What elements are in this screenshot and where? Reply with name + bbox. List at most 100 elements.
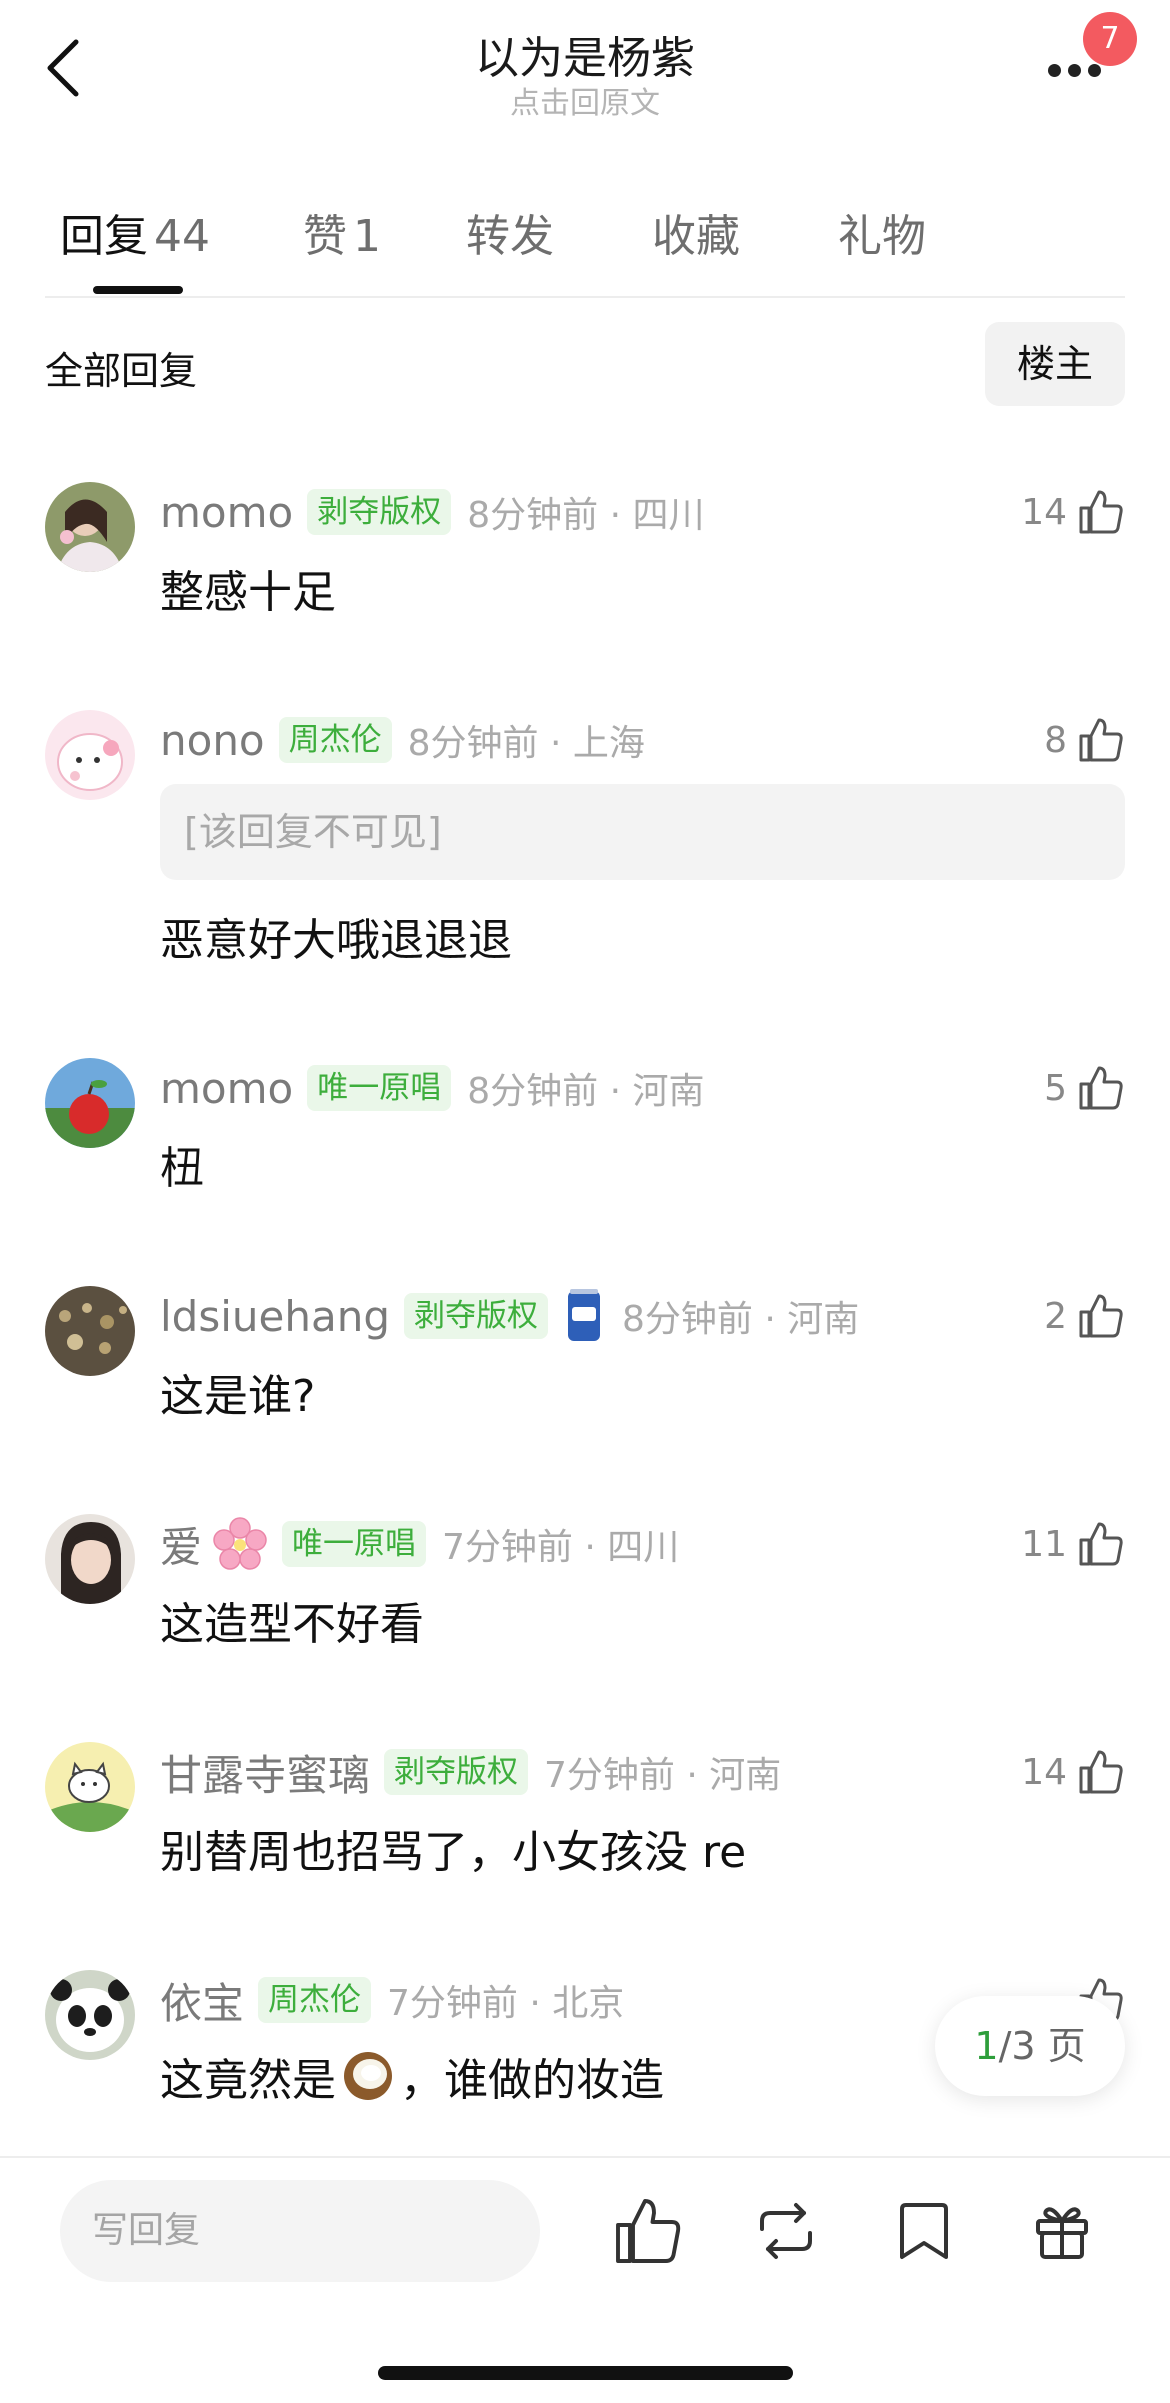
notification-badge: 7 [1083, 12, 1137, 66]
like-count: 5 [1044, 1067, 1067, 1109]
home-indicator [378, 2366, 793, 2380]
like-button[interactable]: 8 [1044, 710, 1125, 770]
like-button[interactable]: 5 [1044, 1058, 1125, 1118]
gift-button[interactable] [1026, 2195, 1098, 2267]
thumbs-up-icon [616, 2199, 681, 2263]
coconut-icon [344, 2052, 392, 2100]
like-button[interactable]: 11 [1021, 1514, 1125, 1574]
like-post-button[interactable] [612, 2195, 684, 2267]
like-button[interactable]: 2 [1044, 1286, 1125, 1346]
comment-time-location: 8分钟前 · 上海 [407, 723, 645, 764]
tab-count: 44 [154, 211, 210, 262]
bookmark-icon [900, 2203, 948, 2259]
comment-text: 恶意好大哦退退退 [160, 915, 512, 966]
comment-text-part: 这竟然是 [160, 2055, 336, 2106]
username[interactable]: momo [160, 488, 293, 537]
tab-bar: 回复 44 赞1 转发 收藏 礼物 [0, 200, 1170, 296]
tab-favorites[interactable]: 收藏 [652, 200, 740, 264]
tab-label: 收藏 [652, 211, 740, 262]
comment-meta: momo 剥夺版权 8分钟前 · 四川 [160, 482, 704, 542]
avatar-image [45, 1970, 135, 2060]
tab-label: 转发 [466, 211, 554, 262]
thumbs-up-icon [1079, 490, 1123, 534]
back-to-original-link[interactable]: 点击回原文 [0, 78, 1170, 122]
avatar[interactable] [45, 482, 135, 572]
tab-likes[interactable]: 赞1 [303, 200, 381, 264]
comment-time-location: 7分钟前 · 四川 [442, 1527, 680, 1568]
user-tag: 剥夺版权 [307, 489, 452, 535]
username[interactable]: nono [160, 716, 265, 765]
all-replies-heading: 全部回复 [45, 349, 198, 393]
more-dot-icon [1048, 64, 1061, 77]
thumbs-up-icon [1079, 1066, 1123, 1110]
thumbs-up-icon [1079, 1522, 1123, 1566]
bookmark-button[interactable] [888, 2195, 960, 2267]
tab-label: 礼物 [838, 211, 926, 262]
gift-icon [1036, 2207, 1088, 2259]
like-count: 11 [1021, 1523, 1067, 1565]
username[interactable]: momo [160, 1064, 293, 1113]
username[interactable]: 依宝 [160, 1970, 244, 2031]
comment-meta: momo 唯一原唱 8分钟前 · 河南 [160, 1058, 704, 1118]
avatar-image [45, 1742, 135, 1832]
comment-meta: 甘露寺蜜璃 剥夺版权 7分钟前 · 河南 [160, 1742, 781, 1802]
cherry-blossom-icon [213, 1517, 267, 1570]
repost-button[interactable] [750, 2195, 822, 2267]
avatar[interactable] [45, 1514, 135, 1604]
more-dot-icon [1068, 64, 1081, 77]
more-dot-icon [1088, 64, 1101, 77]
like-count: 2 [1044, 1295, 1067, 1337]
comment-meta: 爱 唯一原唱 7分钟前 · 四川 [160, 1514, 679, 1574]
page-indicator[interactable]: 1/3 页 [935, 1996, 1125, 2096]
like-button[interactable]: 14 [1021, 1742, 1125, 1802]
comment-meta: nono 周杰伦 8分钟前 · 上海 [160, 710, 645, 770]
thumbs-up-icon [1079, 1750, 1123, 1794]
bottom-bar-divider [0, 2156, 1170, 2158]
avatar[interactable] [45, 710, 135, 800]
user-tag: 唯一原唱 [282, 1521, 427, 1567]
quoted-reply[interactable]: [该回复不可见] [160, 784, 1125, 880]
tab-gifts[interactable]: 礼物 [838, 200, 926, 264]
username[interactable]: 爱 [160, 1514, 202, 1575]
avatar-image [45, 1286, 135, 1376]
tab-label: 赞 [303, 211, 347, 262]
tab-replies[interactable]: 回复 44 [60, 200, 210, 264]
comment-time-location: 8分钟前 · 四川 [467, 495, 705, 536]
like-button[interactable]: 14 [1021, 482, 1125, 542]
like-count: 14 [1021, 491, 1067, 533]
like-count: 8 [1044, 719, 1067, 761]
comment-time-location: 7分钟前 · 北京 [387, 1983, 625, 2024]
comment-text: 这竟然是 ，谁做的妆造 [160, 2044, 664, 2108]
comment-text: 别替周也招骂了，小女孩没 re [160, 1827, 747, 1878]
avatar[interactable] [45, 1286, 135, 1376]
comment-time-location: 8分钟前 · 河南 [621, 1299, 860, 1340]
user-tag: 唯一原唱 [307, 1065, 452, 1111]
avatar-image [45, 1058, 135, 1148]
comment-text: 杻 [160, 1143, 204, 1194]
tab-divider [45, 296, 1125, 298]
repost-icon [760, 2203, 812, 2259]
can-badge-icon [567, 1289, 600, 1341]
user-tag: 周杰伦 [278, 717, 392, 763]
like-count: 14 [1021, 1751, 1067, 1793]
active-tab-indicator [93, 286, 183, 294]
comment-text-part: ，谁做的妆造 [400, 2055, 664, 2106]
tab-label: 回复 [60, 211, 148, 262]
username[interactable]: ldsiuehang [160, 1292, 390, 1341]
avatar-image [45, 482, 135, 572]
tab-reposts[interactable]: 转发 [466, 200, 554, 264]
top-navigation-bar: 以为是杨紫 点击回原文 7 [0, 0, 1170, 180]
comment-meta: ldsiuehang 剥夺版权 8分钟前 · 河南 [160, 1286, 859, 1346]
comment-meta: 依宝 周杰伦 7分钟前 · 北京 [160, 1970, 624, 2030]
avatar-image [45, 710, 135, 800]
username[interactable]: 甘露寺蜜璃 [160, 1742, 370, 1803]
total-pages: /3 页 [998, 2024, 1086, 2068]
reply-input[interactable]: 写回复 [60, 2180, 540, 2282]
comment-time-location: 7分钟前 · 河南 [544, 1755, 782, 1796]
avatar[interactable] [45, 1058, 135, 1148]
user-tag: 剥夺版权 [384, 1749, 529, 1795]
owner-filter-button[interactable]: 楼主 [985, 322, 1125, 406]
thumbs-up-icon [1079, 1294, 1123, 1338]
avatar[interactable] [45, 1970, 135, 2060]
avatar[interactable] [45, 1742, 135, 1832]
